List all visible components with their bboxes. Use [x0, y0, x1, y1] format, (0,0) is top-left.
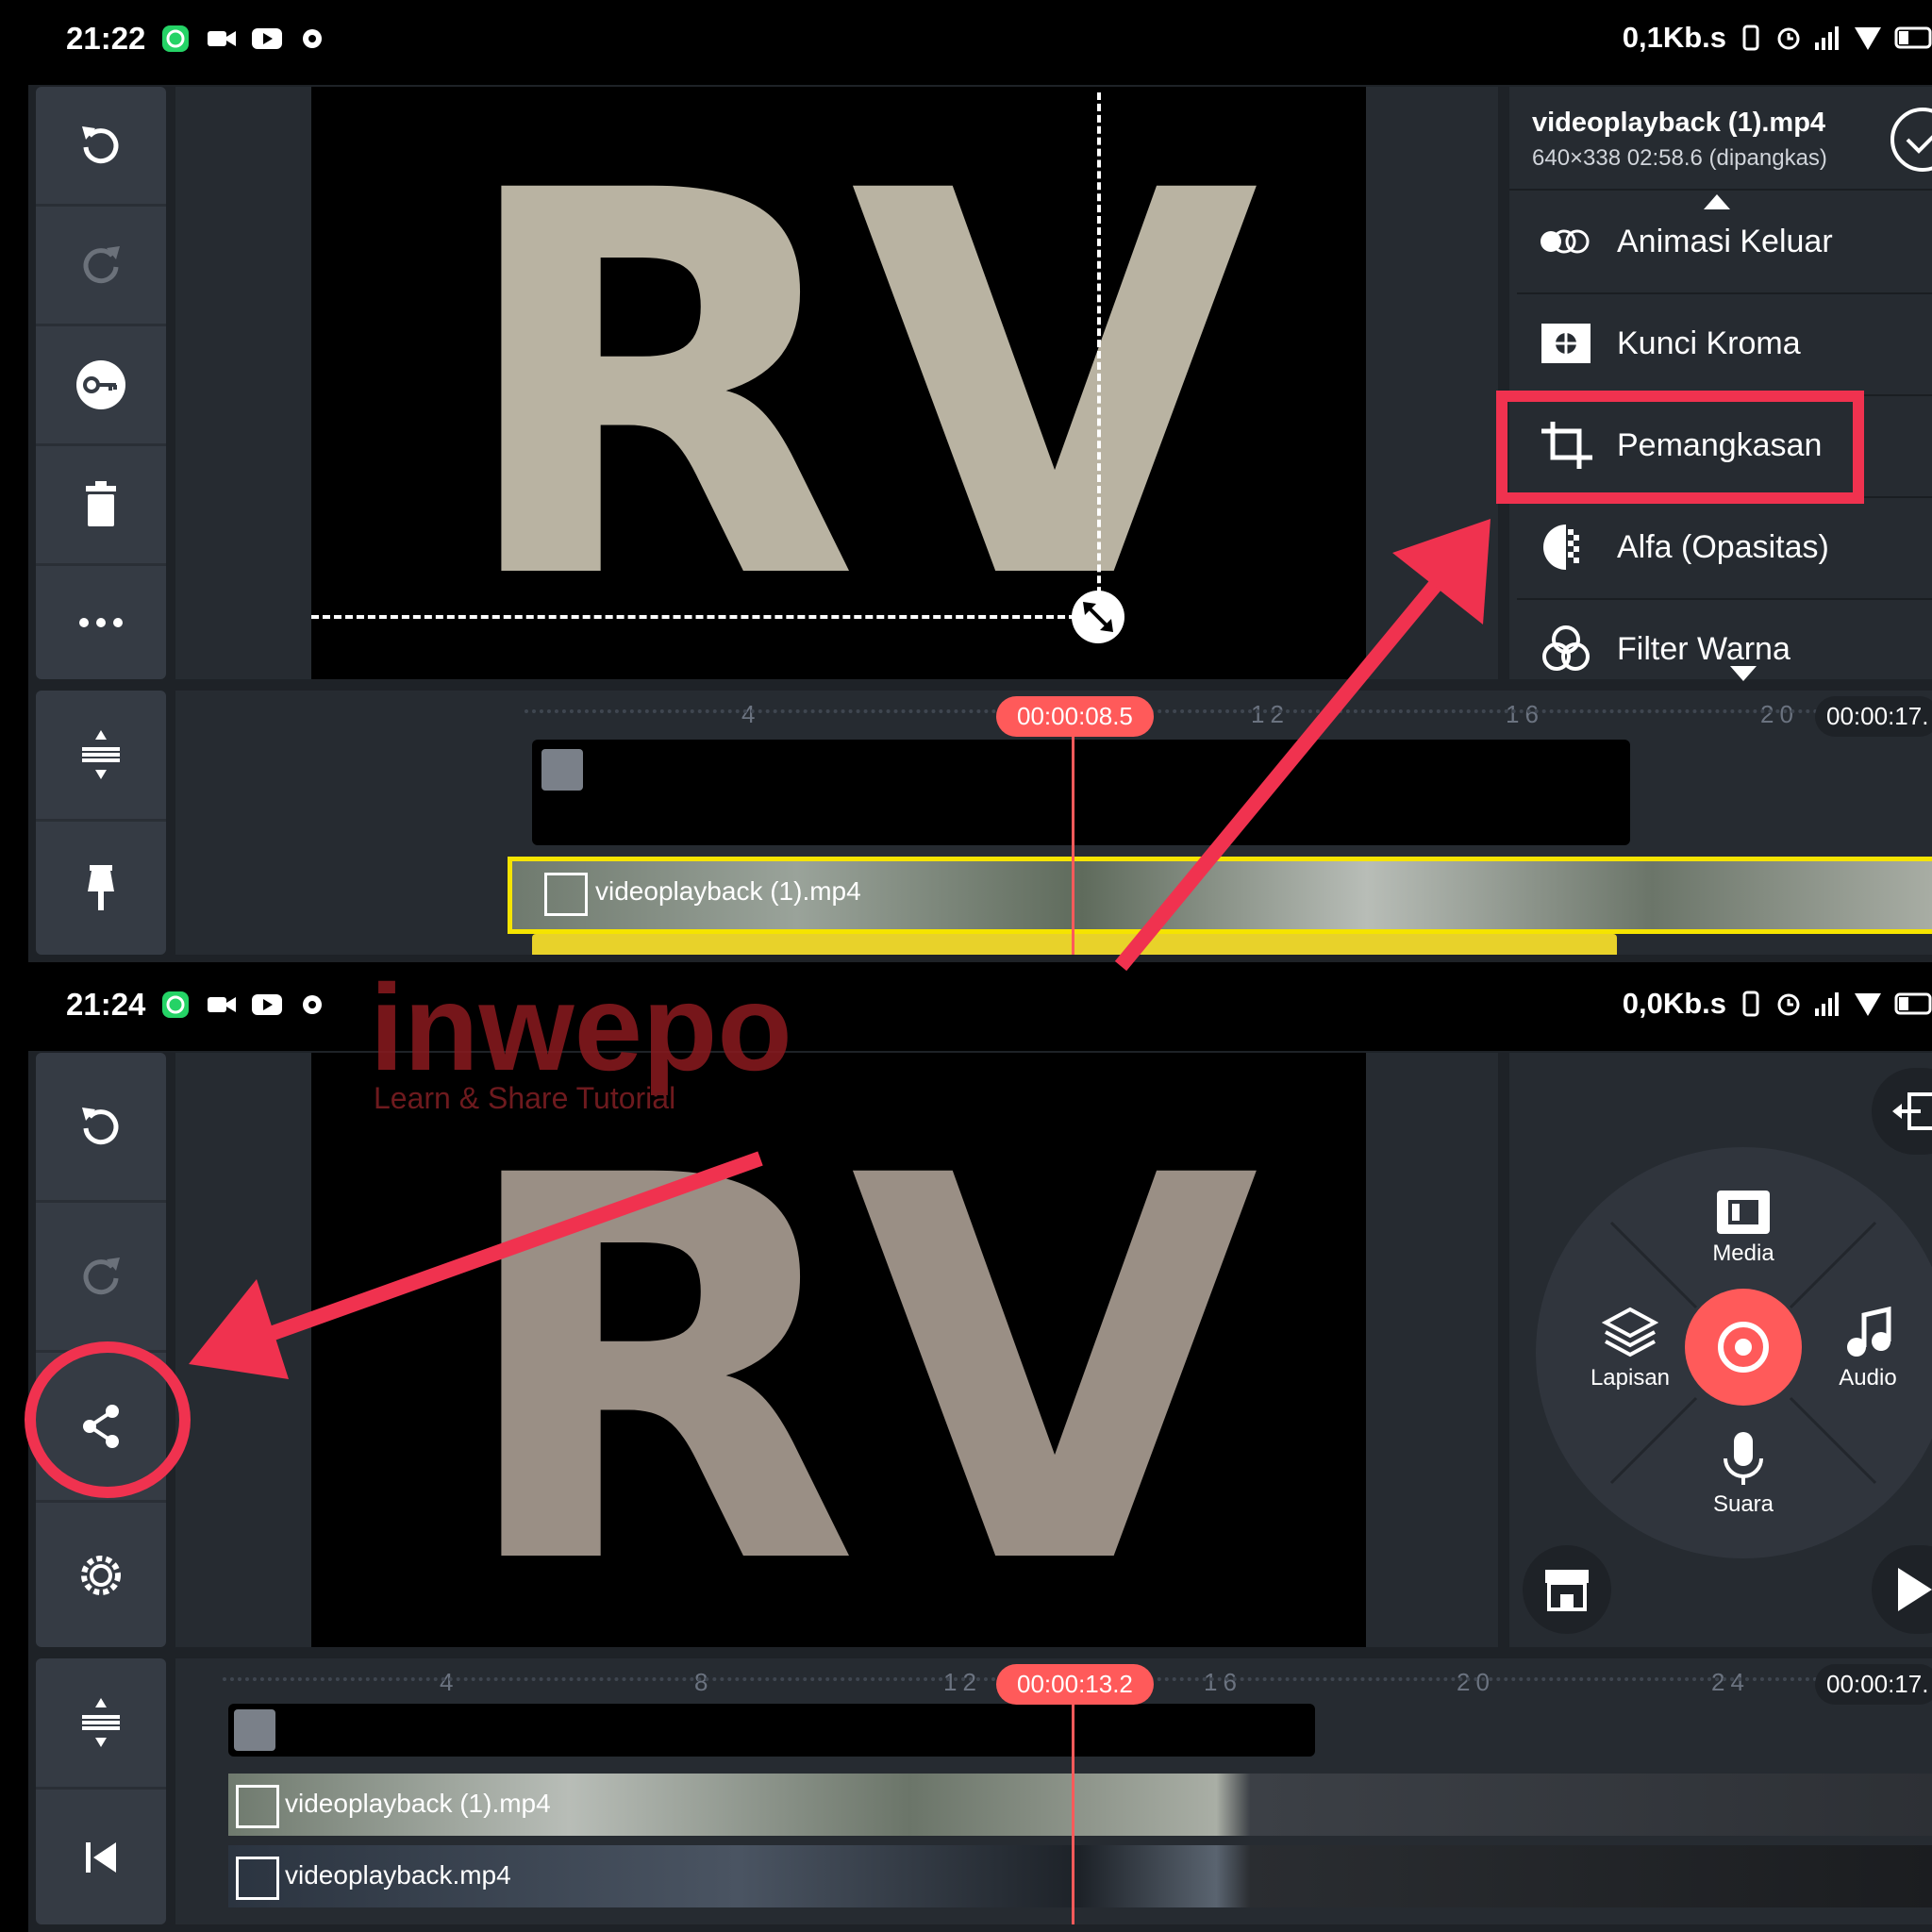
arrow-to-crop: [1114, 570, 1450, 972]
arrow-to-share: [252, 1151, 763, 1347]
annotation-arrows: [189, 519, 1491, 1379]
